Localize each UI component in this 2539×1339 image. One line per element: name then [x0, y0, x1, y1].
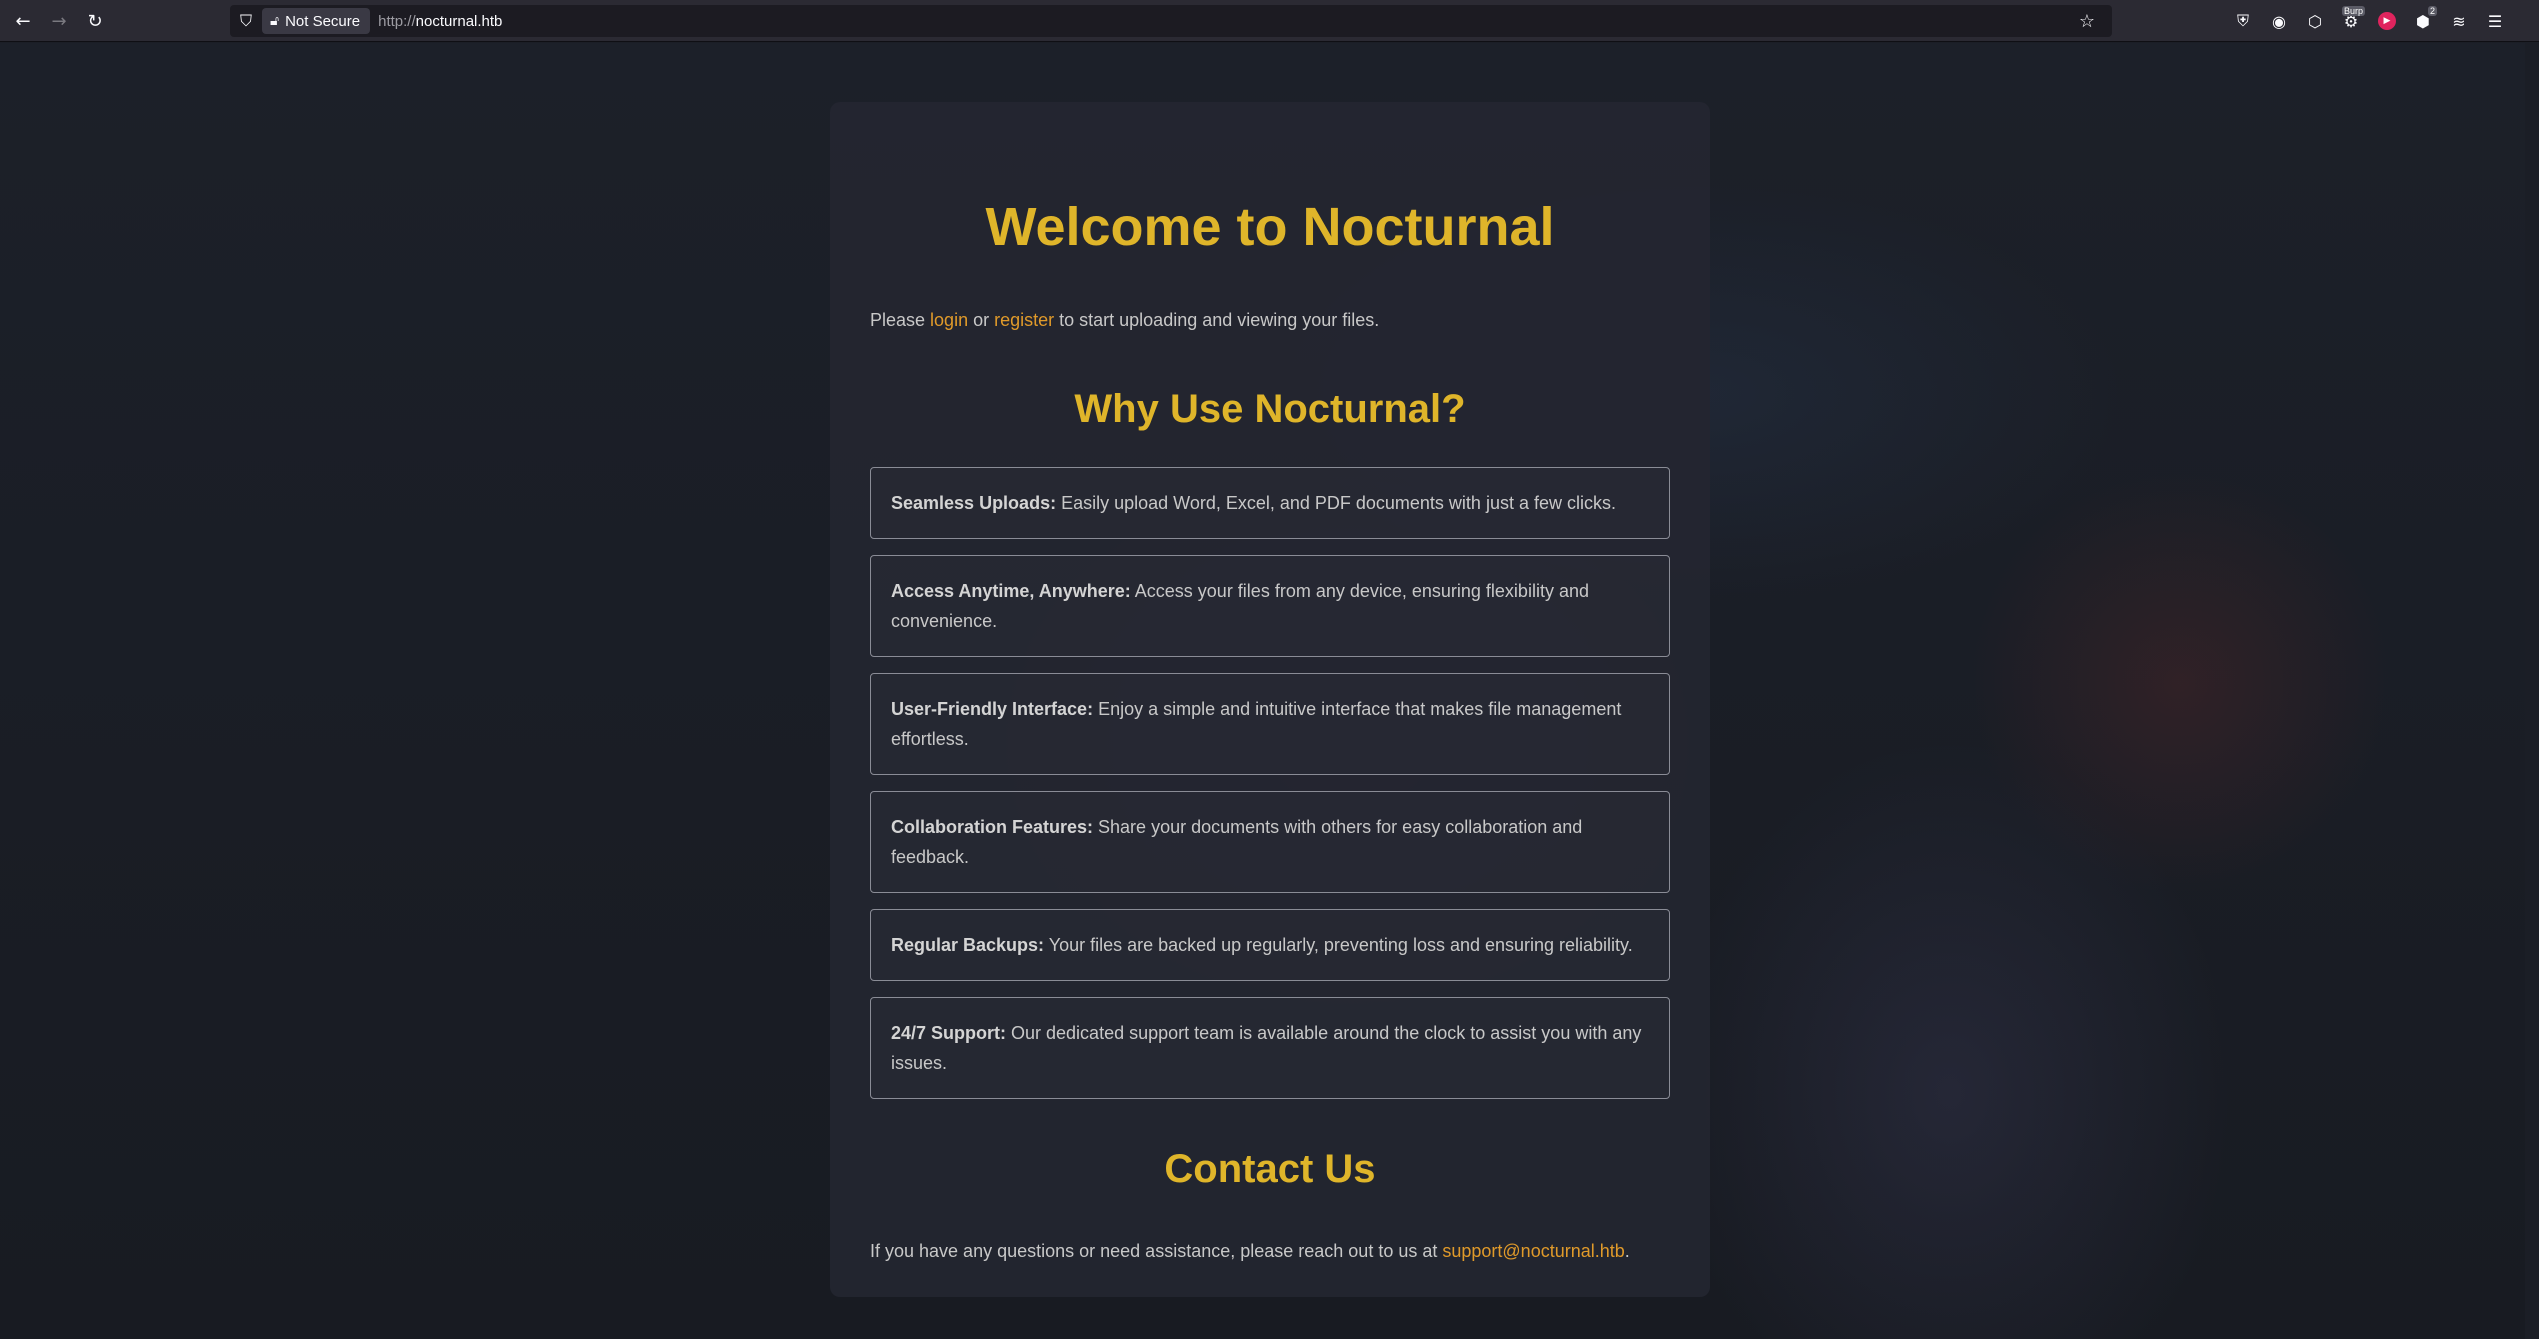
intro-text: Please login or register to start upload… [870, 308, 1670, 332]
address-bar[interactable]: ⛉ 🔓︎ Not Secure http://nocturnal.htb ☆ [230, 5, 2112, 37]
burp-badge: Burp [2341, 6, 2365, 16]
feature-item: Collaboration Features: Share your docum… [870, 791, 1670, 893]
register-link[interactable]: register [994, 310, 1054, 330]
feature-item: Access Anytime, Anywhere: Access your fi… [870, 555, 1670, 657]
feature-list: Seamless Uploads: Easily upload Word, Ex… [870, 467, 1670, 1099]
login-link[interactable]: login [930, 310, 968, 330]
feature-item: Seamless Uploads: Easily upload Word, Ex… [870, 467, 1670, 539]
contact-text: If you have any questions or need assist… [870, 1239, 1670, 1263]
account-icon[interactable]: ◉ [2264, 6, 2294, 36]
feature-item: 24/7 Support: Our dedicated support team… [870, 997, 1670, 1099]
url-text[interactable]: http://nocturnal.htb [378, 13, 502, 30]
not-secure-indicator[interactable]: 🔓︎ Not Secure [262, 8, 371, 34]
reload-icon[interactable]: ↻ [80, 6, 110, 36]
feature-title: User-Friendly Interface: [891, 699, 1094, 719]
feature-title: Access Anytime, Anywhere: [891, 581, 1131, 601]
scrollbar[interactable] [2525, 42, 2539, 1339]
intro-before: Please [870, 310, 931, 330]
feature-title: Regular Backups: [891, 935, 1045, 955]
intro-middle: or [968, 310, 995, 330]
feature-item: User-Friendly Interface: Enjoy a simple … [870, 673, 1670, 775]
contact-heading: Contact Us [1164, 1147, 1376, 1191]
youtube-extension-icon[interactable]: ▶ [2372, 6, 2402, 36]
menu-icon[interactable]: ☰ [2480, 6, 2510, 36]
security-label: Not Secure [285, 12, 361, 30]
url-host: nocturnal.htb [415, 12, 503, 30]
main-card: Welcome to Nocturnal Please login or reg… [830, 102, 1710, 1297]
feature-text: Your files are backed up regularly, prev… [1044, 935, 1633, 955]
url-protocol: http:// [378, 12, 416, 30]
wappalyzer-icon[interactable]: ≋ [2444, 6, 2474, 36]
feature-title: Seamless Uploads: [891, 493, 1057, 513]
forward-icon[interactable]: → [44, 6, 74, 36]
feature-title: Collaboration Features: [891, 817, 1094, 837]
feature-text: Easily upload Word, Excel, and PDF docum… [1056, 493, 1616, 513]
notes-extension-icon[interactable]: ⬢ 2 [2408, 6, 2438, 36]
extension-icons: ⛨ ◉ ⬡ ⚙ Burp ▶ ⬢ 2 ≋ ☰ [2228, 6, 2510, 36]
feature-item: Regular Backups: Your files are backed u… [870, 909, 1670, 981]
lock-icon: 🔓︎ [270, 13, 280, 29]
page-title: Welcome to Nocturnal [985, 197, 1555, 257]
shield-icon[interactable]: ⛉ [230, 5, 262, 37]
support-email-link[interactable]: support@nocturnal.htb [1442, 1241, 1624, 1261]
extensions-icon[interactable]: ⬡ [2300, 6, 2330, 36]
bookmark-star-icon[interactable]: ☆ [2072, 5, 2102, 37]
contact-before: If you have any questions or need assist… [870, 1241, 1443, 1261]
browser-toolbar: ← → ↻ ⛉ 🔓︎ Not Secure http://nocturnal.h… [0, 0, 2539, 42]
pocket-icon[interactable]: ⛨ [2228, 6, 2258, 36]
feature-title: 24/7 Support: [891, 1023, 1007, 1043]
contact-after: . [1624, 1241, 1630, 1261]
notes-badge: 2 [2427, 6, 2437, 16]
back-icon[interactable]: ← [8, 6, 38, 36]
why-heading: Why Use Nocturnal? [1074, 387, 1466, 431]
intro-after: to start uploading and viewing your file… [1054, 310, 1380, 330]
burp-extension-icon[interactable]: ⚙ Burp [2336, 6, 2366, 36]
